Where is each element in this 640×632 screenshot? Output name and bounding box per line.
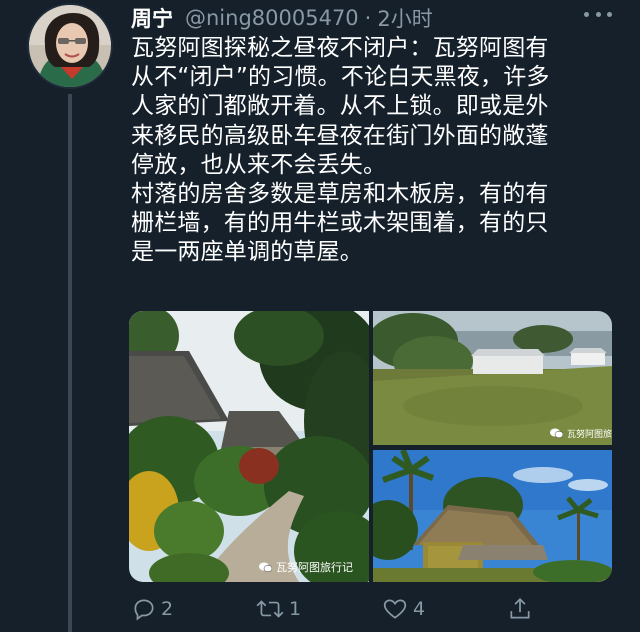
reply-count: 2 xyxy=(161,598,174,620)
avatar[interactable] xyxy=(27,3,113,89)
heart-icon xyxy=(383,599,407,619)
tweet-text: 瓦努阿图探秘之昼夜不闭户：瓦努阿图有 从不“闭户”的习惯。不论白天黑夜，许多 人… xyxy=(131,34,621,268)
author-handle[interactable]: @ning80005470 xyxy=(185,6,359,30)
tweet-text-line: 瓦努阿图探秘之昼夜不闭户：瓦努阿图有 xyxy=(131,35,549,61)
retweet-icon xyxy=(256,600,284,618)
tweet-timestamp[interactable]: 2小时 xyxy=(377,3,432,33)
tweet-text-line: 停放，也从来不会丢失。 xyxy=(131,151,387,178)
tweet-text-line: 村落的房舍多数是草房和木板房，有的有 xyxy=(131,181,549,208)
tweet-text-line: 栅栏墙，有的用牛栏或木架围着，有的只 xyxy=(131,210,549,237)
tweet[interactable]: 周宁 @ning80005470 · 2小时 瓦努阿图探秘之昼夜不闭户：瓦努阿图… xyxy=(0,0,640,632)
more-horizontal-icon[interactable] xyxy=(584,8,612,20)
share-icon xyxy=(510,598,530,619)
watermark-text: 瓦努阿图旅行记 xyxy=(276,561,353,574)
tweet-actions: 2 1 4 xyxy=(0,596,640,626)
photo-garden-path[interactable]: 瓦努阿图旅行记 xyxy=(129,311,369,582)
tweet-text-line: 人家的门都敞开着。从不上锁。即或是外 xyxy=(131,93,549,120)
tweet-text-line: 从不“闭户”的习惯。不论白天黑夜，许多 xyxy=(131,64,550,91)
separator-dot: · xyxy=(364,6,372,30)
avatar-photo xyxy=(29,5,111,87)
author-name[interactable]: 周宁 xyxy=(131,3,173,33)
watermark-text: 瓦努阿图旅行记 xyxy=(567,430,612,440)
thread-line xyxy=(68,94,72,632)
reply-button[interactable]: 2 xyxy=(131,596,173,622)
photo-thatched-hut[interactable] xyxy=(373,450,612,582)
tweet-header: 周宁 @ning80005470 · 2小时 xyxy=(131,2,433,34)
tweet-text-line: 是一两座单调的草屋。 xyxy=(131,239,363,266)
retweet-button[interactable]: 1 xyxy=(255,596,301,622)
retweet-count: 1 xyxy=(289,598,302,620)
media-grid: 瓦努阿图旅行记 瓦努阿图旅 xyxy=(129,311,612,582)
watermark-top-right: 瓦努阿图旅行记 xyxy=(550,427,612,440)
wechat-icon xyxy=(550,428,563,439)
like-button[interactable]: 4 xyxy=(381,596,425,622)
photo-lawn-buildings[interactable]: 瓦努阿图旅行记 xyxy=(373,311,612,445)
like-count: 4 xyxy=(413,598,426,620)
wechat-icon xyxy=(259,562,272,572)
share-button[interactable] xyxy=(507,596,537,622)
watermark-left: 瓦努阿图旅行记 xyxy=(259,559,353,575)
tweet-text-line: 来移民的高级卧车昼夜在街门外面的敞蓬 xyxy=(131,122,549,149)
reply-icon xyxy=(134,599,154,621)
